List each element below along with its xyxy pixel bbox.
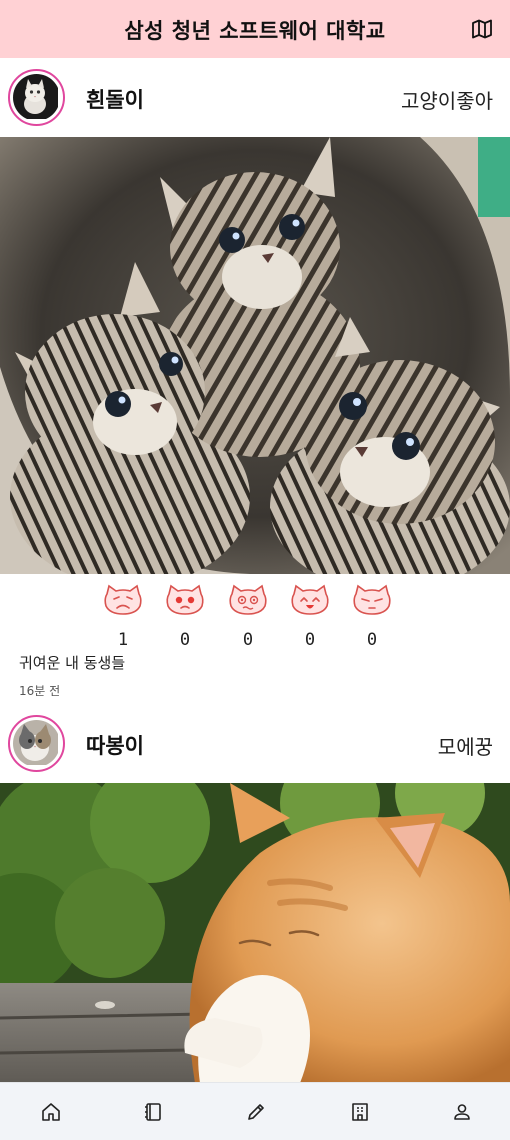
user-icon[interactable] <box>451 1101 473 1123</box>
home-icon[interactable] <box>40 1101 62 1123</box>
post-card: 흰돌이 고양이좋아 1 0 0 0 0 <box>0 58 510 654</box>
reaction-bar: 1 0 0 0 0 <box>0 574 510 654</box>
post-card: 따봉이 모에꿍 <box>0 704 510 1082</box>
feed[interactable]: 흰돌이 고양이좋아 1 0 0 0 0 귀여운 내 동생들 16분 전 따봉이 … <box>0 58 510 1082</box>
post-caption: 귀여운 내 동생들 <box>19 654 126 672</box>
post-tag[interactable]: 모에꿍 <box>438 731 493 760</box>
reaction-count: 0 <box>366 630 378 650</box>
post-photo[interactable] <box>0 783 510 1082</box>
reaction-count: 1 <box>117 630 129 650</box>
top-app-bar: 삼성 청년 소프트웨어 대학교 <box>0 0 510 58</box>
post-time: 16분 전 <box>19 684 61 698</box>
app-title: 삼성 청년 소프트웨어 대학교 <box>124 19 386 43</box>
avatar[interactable] <box>8 715 65 772</box>
happy-cat-face-icon <box>291 584 329 615</box>
reaction-count: 0 <box>242 630 254 650</box>
angry-cat-face-icon <box>166 584 204 615</box>
post-tag[interactable]: 고양이좋아 <box>401 85 493 114</box>
sad-cat-face-icon <box>104 584 142 615</box>
reaction-angry[interactable]: 0 <box>164 584 206 650</box>
post-header: 따봉이 모에꿍 <box>0 704 510 783</box>
reaction-happy[interactable]: 0 <box>289 584 331 650</box>
post-username[interactable]: 따봉이 <box>86 730 144 760</box>
post-username[interactable]: 흰돌이 <box>86 84 144 114</box>
bottom-navigation <box>0 1082 510 1140</box>
dizzy-cat-face-icon <box>229 584 267 615</box>
post-header: 흰돌이 고양이좋아 <box>0 58 510 137</box>
reaction-dizzy[interactable]: 0 <box>227 584 269 650</box>
building-icon[interactable] <box>349 1101 371 1123</box>
sleepy-cat-face-icon <box>353 584 391 615</box>
reaction-sad[interactable]: 1 <box>102 584 144 650</box>
book-icon[interactable] <box>142 1101 164 1123</box>
avatar[interactable] <box>8 69 65 126</box>
reaction-count: 0 <box>179 630 191 650</box>
reaction-sleepy[interactable]: 0 <box>351 584 393 650</box>
post-photo[interactable] <box>0 137 510 574</box>
pencil-icon[interactable] <box>245 1101 267 1123</box>
map-icon[interactable] <box>470 17 494 41</box>
reaction-count: 0 <box>304 630 316 650</box>
